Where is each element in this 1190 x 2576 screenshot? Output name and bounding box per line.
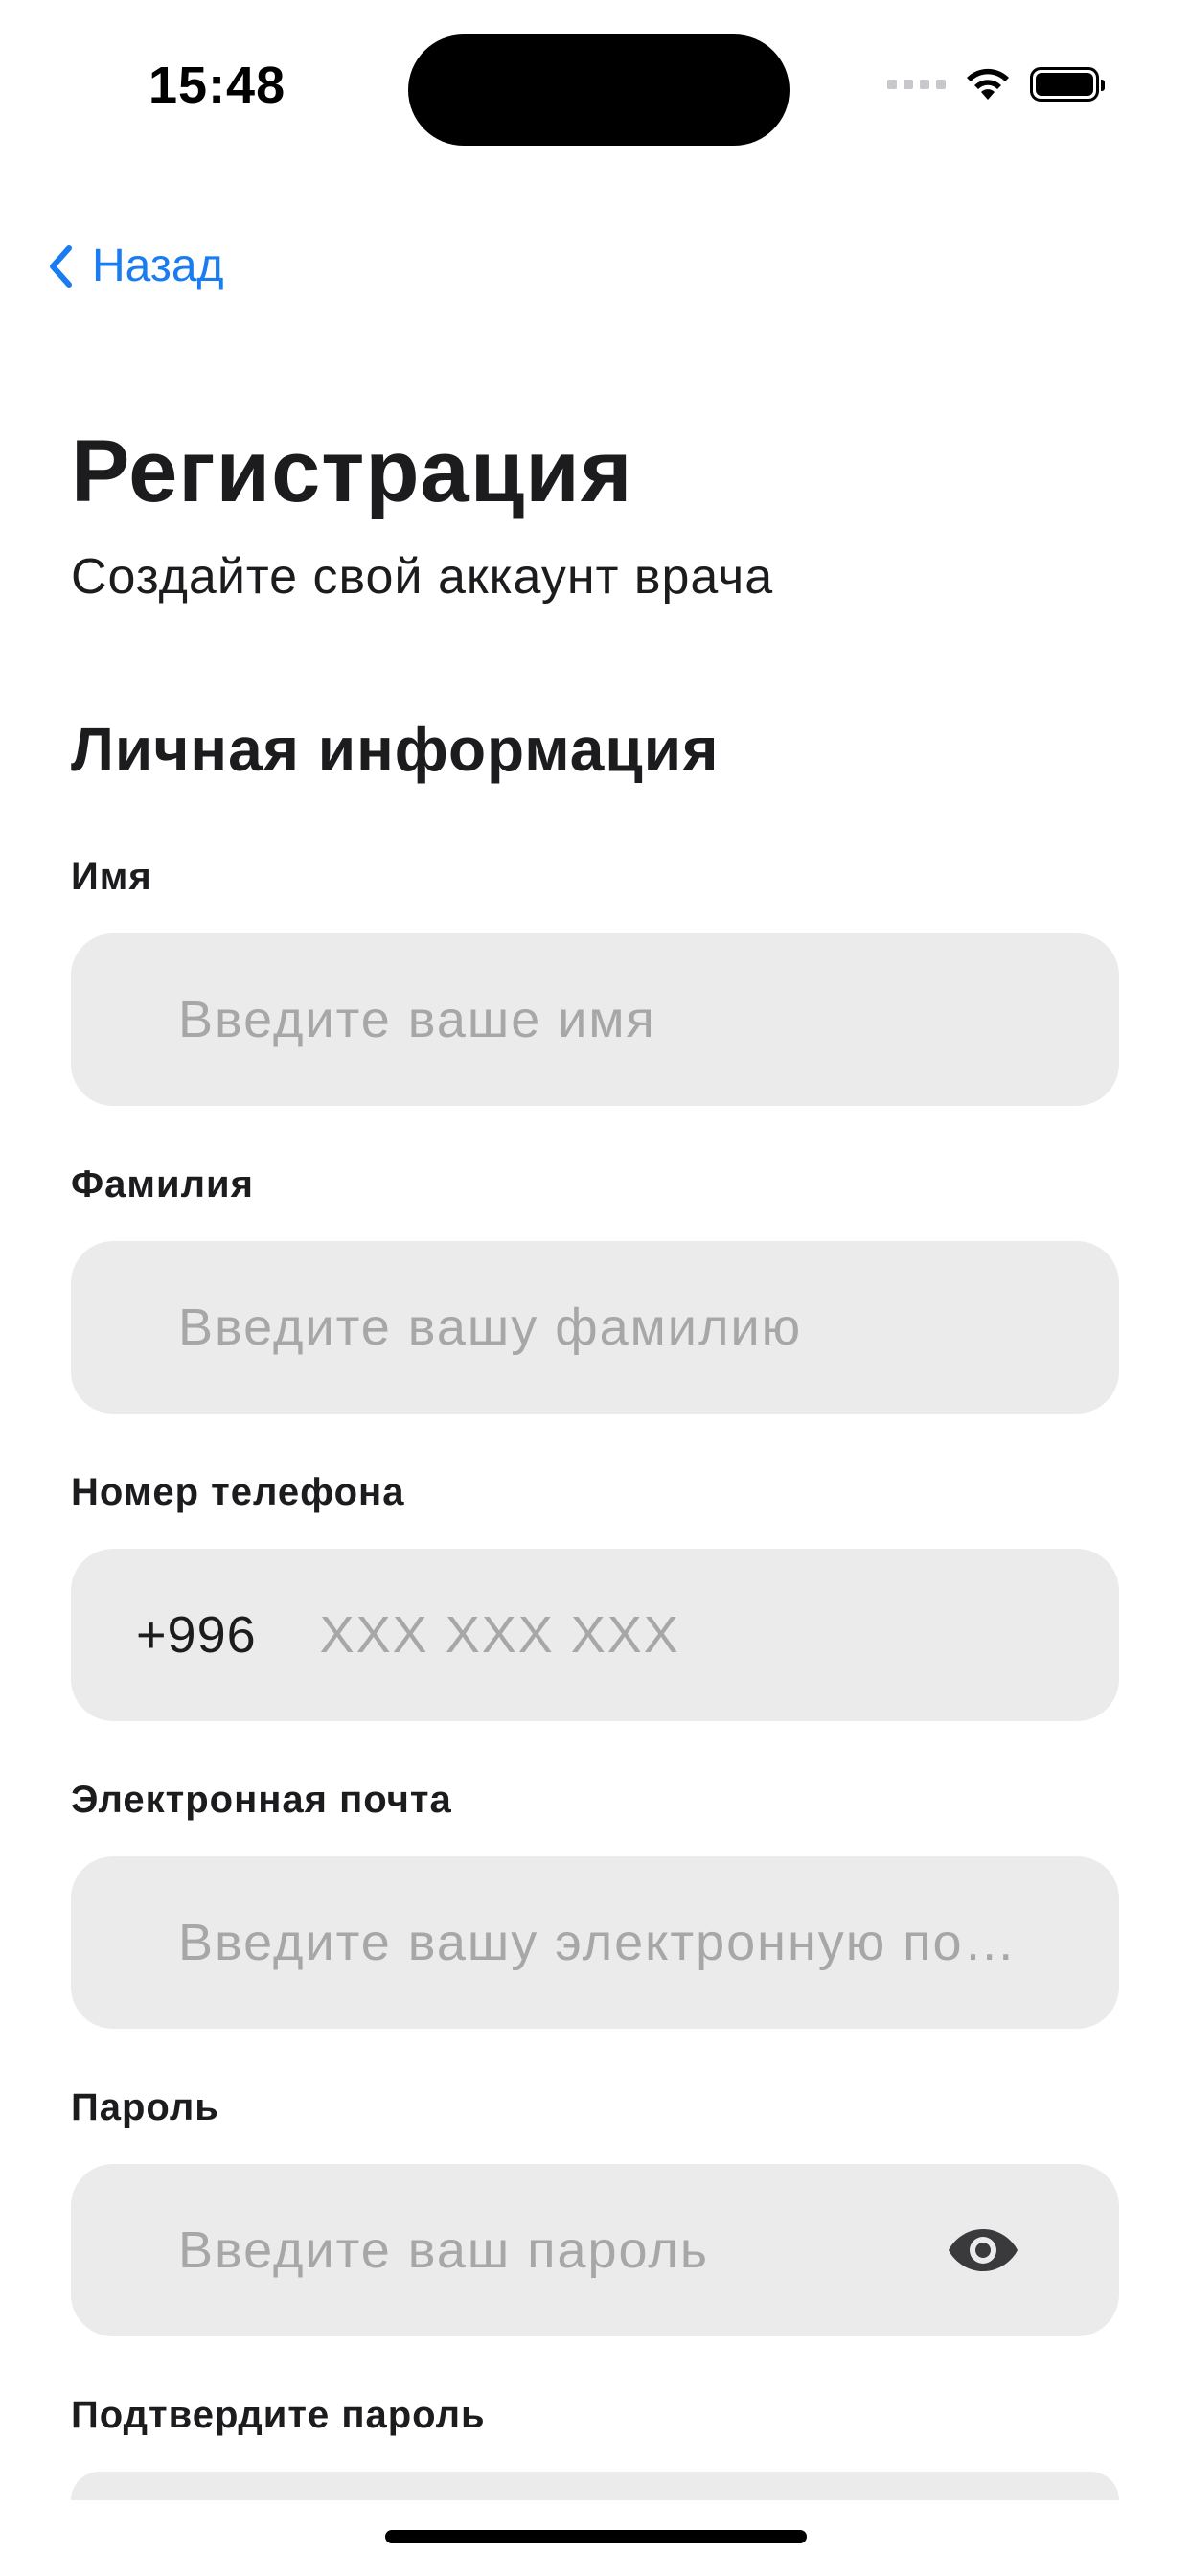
back-button[interactable]: Назад (48, 240, 224, 292)
cellular-signal-icon (887, 80, 946, 89)
password-field[interactable] (71, 2164, 1119, 2336)
phone-field[interactable]: +996 (71, 1549, 1119, 1721)
first-name-label: Имя (71, 856, 152, 898)
wifi-icon (967, 68, 1009, 100)
last-name-input[interactable] (176, 1297, 1119, 1358)
status-icons (887, 65, 1105, 104)
phone-input[interactable] (317, 1604, 1119, 1666)
last-name-label: Фамилия (71, 1163, 254, 1206)
confirm-password-field[interactable] (71, 2472, 1119, 2500)
first-name-field[interactable] (71, 933, 1119, 1106)
password-label: Пароль (71, 2086, 219, 2128)
status-bar: 15:48 (0, 0, 1190, 172)
email-label: Электронная почта (71, 1779, 452, 1821)
confirm-password-label: Подтвердите пароль (71, 2394, 486, 2436)
dynamic-island (408, 34, 790, 146)
email-input[interactable] (176, 1912, 1119, 1973)
password-input[interactable] (176, 2220, 927, 2281)
chevron-left-icon (50, 244, 72, 288)
page-subtitle: Создайте свой аккаунт врача (71, 549, 774, 605)
section-title: Личная информация (71, 715, 720, 784)
back-label: Назад (92, 241, 224, 291)
eye-icon[interactable] (947, 2223, 1019, 2277)
email-field[interactable] (71, 1856, 1119, 2029)
first-name-input[interactable] (176, 989, 1119, 1050)
home-indicator (385, 2530, 807, 2543)
page-title: Регистрация (71, 423, 633, 520)
phone-label: Номер телефона (71, 1471, 405, 1513)
status-time: 15:48 (149, 57, 286, 114)
last-name-field[interactable] (71, 1241, 1119, 1414)
battery-icon (1030, 67, 1105, 102)
phone-country-code: +996 (136, 1606, 257, 1664)
